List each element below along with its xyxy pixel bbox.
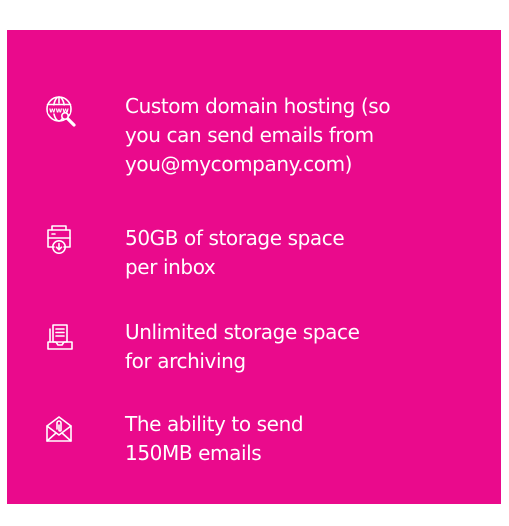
feature-line: you@mycompany.com): [125, 152, 353, 176]
feature-archiving-text: Unlimited storage space for archiving: [125, 318, 455, 376]
globe-search-icon: www: [46, 96, 76, 127]
feature-custom-domain-text: Custom domain hosting (so you can send e…: [125, 92, 455, 179]
feature-line: The ability to send: [125, 412, 304, 436]
feature-line: for archiving: [125, 349, 246, 373]
archive-box-icon: [47, 324, 73, 350]
feature-line: 50GB of storage space: [125, 226, 345, 250]
feature-large-emails-text: The ability to send 150MB emails: [125, 410, 455, 468]
feature-line: you can send emails from: [125, 123, 374, 147]
feature-storage-text: 50GB of storage space per inbox: [125, 224, 455, 282]
feature-line: Unlimited storage space: [125, 320, 360, 344]
feature-line: per inbox: [125, 255, 216, 279]
email-attachment-icon: [46, 416, 72, 442]
storage-download-icon: [47, 225, 71, 254]
features-panel: www Custom domain hosting (so you can se…: [7, 30, 501, 504]
feature-line: Custom domain hosting (so: [125, 94, 391, 118]
feature-line: 150MB emails: [125, 441, 262, 465]
